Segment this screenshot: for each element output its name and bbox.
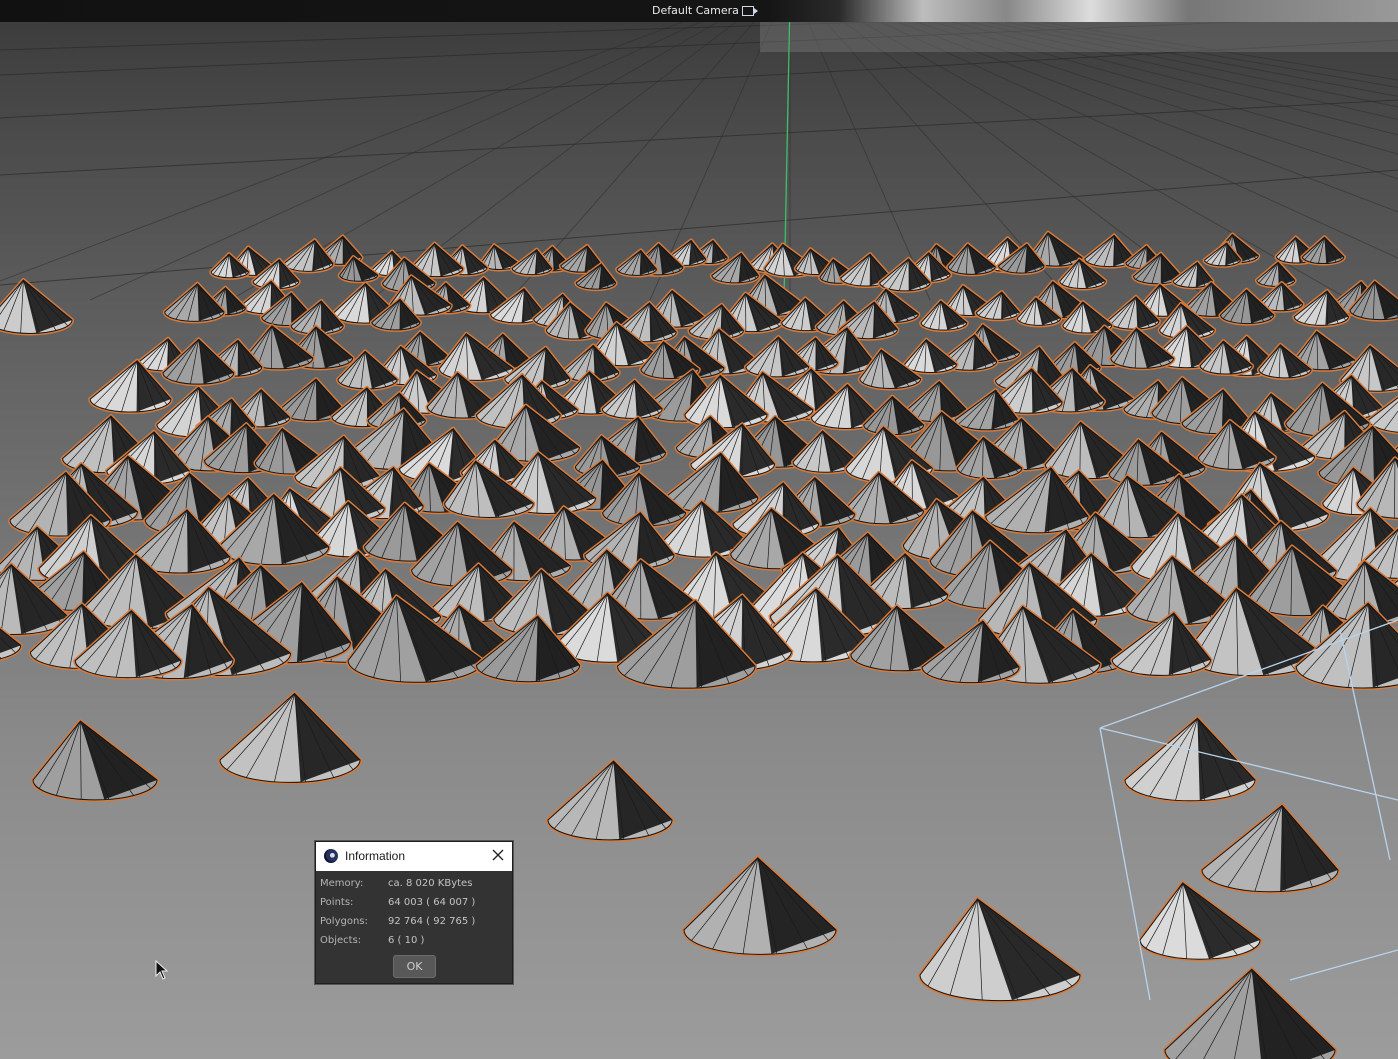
gem-object[interactable] xyxy=(1138,881,1262,962)
gem-object[interactable] xyxy=(546,759,674,842)
gem-object[interactable] xyxy=(1200,803,1340,894)
polygons-value: 92 764 ( 92 765 ) xyxy=(388,916,476,927)
memory-value: ca. 8 020 KBytes xyxy=(388,878,473,889)
points-label: Points: xyxy=(320,897,354,908)
gem-object[interactable] xyxy=(902,337,959,375)
gem-object[interactable] xyxy=(0,278,74,336)
ok-button[interactable]: OK xyxy=(393,955,436,978)
3d-viewport[interactable]: Default Camera Information Memory: ca. 8… xyxy=(0,0,1398,1059)
viewport-header: Default Camera xyxy=(0,0,1398,22)
camera-icon[interactable] xyxy=(741,6,758,16)
objects-value: 6 ( 10 ) xyxy=(388,935,425,946)
gem-object[interactable] xyxy=(600,378,665,421)
points-value: 64 003 ( 64 007 ) xyxy=(388,897,476,908)
close-icon[interactable] xyxy=(490,847,506,863)
gem-object[interactable] xyxy=(1163,967,1337,1059)
mouse-cursor-icon xyxy=(155,960,169,980)
information-dialog: Information Memory: ca. 8 020 KBytes Poi… xyxy=(315,841,513,984)
dialog-title: Information xyxy=(345,849,406,863)
scene-canvas[interactable] xyxy=(0,0,1398,1059)
gem-object[interactable] xyxy=(1218,287,1276,326)
gem-object[interactable] xyxy=(682,855,838,957)
gem-object[interactable] xyxy=(281,238,335,274)
dialog-titlebar: Information xyxy=(316,842,512,871)
gem-object[interactable] xyxy=(743,335,811,379)
gem-object[interactable] xyxy=(1171,260,1215,290)
polygons-label: Polygons: xyxy=(320,916,368,927)
gem-object[interactable] xyxy=(918,897,1082,1003)
memory-label: Memory: xyxy=(320,878,364,889)
gem-object[interactable] xyxy=(162,281,226,324)
gem-object[interactable] xyxy=(31,719,159,802)
gem-object[interactable] xyxy=(1292,288,1351,328)
gem-object[interactable] xyxy=(1123,716,1257,803)
cinema4d-logo-icon xyxy=(324,849,338,863)
gem-object[interactable] xyxy=(974,290,1022,322)
gem-object[interactable] xyxy=(1300,235,1346,266)
gem-object[interactable] xyxy=(218,691,362,785)
objects-label: Objects: xyxy=(320,935,362,946)
gem-object[interactable] xyxy=(1254,260,1297,289)
camera-name[interactable]: Default Camera xyxy=(652,4,758,17)
gem-object[interactable] xyxy=(946,242,998,277)
gem-cluster[interactable] xyxy=(0,230,1398,1059)
